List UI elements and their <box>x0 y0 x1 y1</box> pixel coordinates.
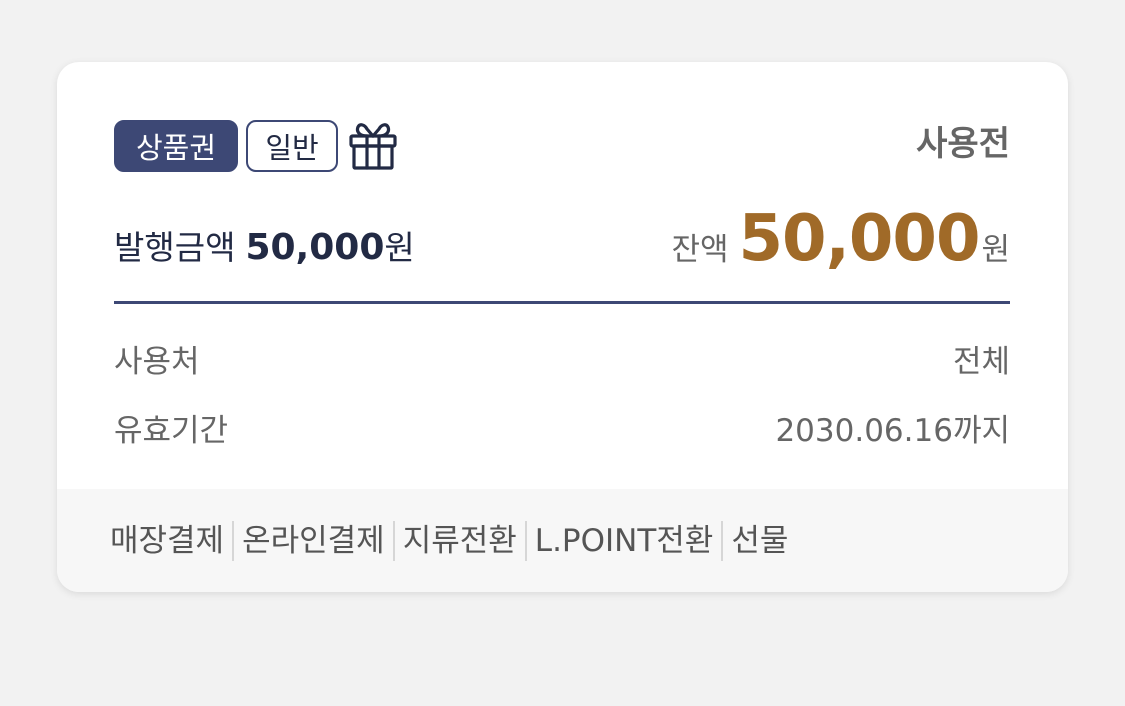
store-payment-button[interactable]: 매장결제 <box>110 519 224 563</box>
separator <box>392 521 395 561</box>
issue-amount: 발행금액 50,000원 <box>114 222 415 274</box>
separator <box>232 521 235 561</box>
gift-button[interactable]: 선물 <box>731 519 788 563</box>
tag-group: 상품권 일반 <box>114 120 400 172</box>
divider <box>114 301 1010 304</box>
action-bar: 매장결제 온라인결제 지류전환 L.POINT전환 선물 <box>57 489 1068 592</box>
balance-unit: 원 <box>981 232 1010 268</box>
detail-value: 전체 <box>952 344 1010 380</box>
detail-label: 사용처 <box>114 344 200 380</box>
balance: 잔액 50,000 원 <box>671 202 1010 282</box>
detail-value: 2030.06.16까지 <box>775 413 1010 449</box>
issue-unit: 원 <box>384 228 415 267</box>
paper-convert-button[interactable]: 지류전환 <box>403 519 517 563</box>
detail-row-expiry: 유효기간 2030.06.16까지 <box>114 409 1010 453</box>
detail-label: 유효기간 <box>114 413 229 449</box>
gift-card: 상품권 일반 사용전 발행금액 50,000원 잔액 50,000 원 사용처 전… <box>57 62 1068 592</box>
status-label: 사용전 <box>916 124 1010 164</box>
separator <box>524 521 527 561</box>
balance-value: 50,000 <box>738 202 981 276</box>
gift-icon <box>349 123 397 170</box>
separator <box>721 521 724 561</box>
lpoint-convert-button[interactable]: L.POINT전환 <box>535 519 714 563</box>
issue-label: 발행금액 <box>114 228 236 267</box>
type-tag: 상품권 <box>114 120 238 172</box>
online-payment-button[interactable]: 온라인결제 <box>242 519 385 563</box>
action-list: 매장결제 온라인결제 지류전환 L.POINT전환 선물 <box>110 519 788 563</box>
detail-row-place: 사용처 전체 <box>114 340 1010 384</box>
category-tag: 일반 <box>246 120 338 172</box>
balance-label: 잔액 <box>671 232 729 268</box>
issue-value: 50,000 <box>245 227 385 268</box>
